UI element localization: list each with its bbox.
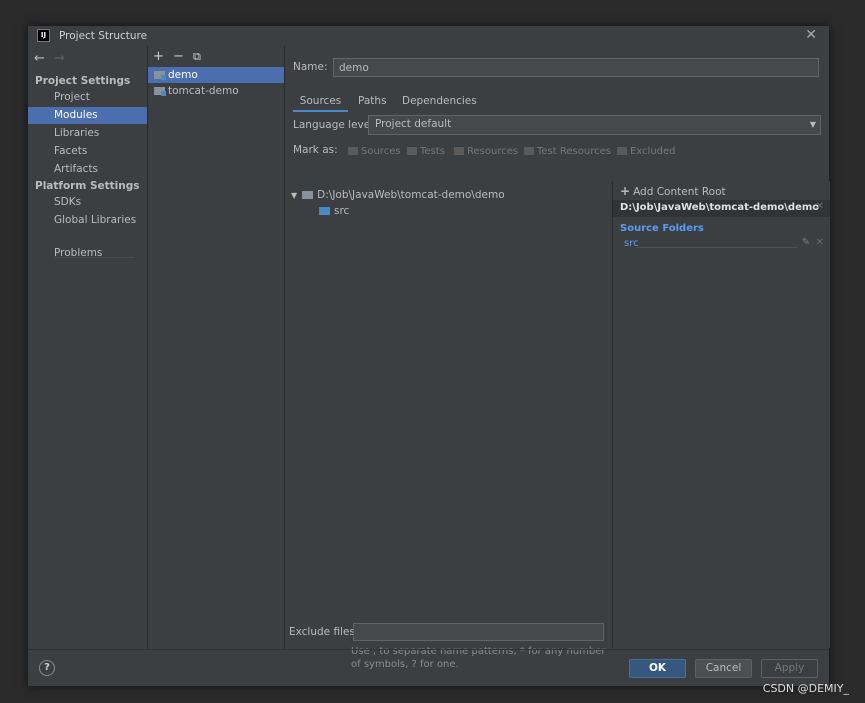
- mark-label: Resources: [467, 146, 519, 157]
- platform-settings-header: Platform Settings: [35, 180, 140, 192]
- remove-folder-icon[interactable]: ✕: [816, 237, 824, 248]
- close-icon[interactable]: ✕: [805, 27, 817, 43]
- cancel-button[interactable]: Cancel: [695, 659, 752, 678]
- mark-label: Excluded: [630, 146, 676, 157]
- remove-module-button[interactable]: −: [173, 50, 184, 63]
- title-bar: IJ Project Structure ✕: [28, 26, 829, 46]
- forward-arrow-icon[interactable]: →: [54, 51, 65, 66]
- back-arrow-icon[interactable]: ←: [34, 51, 45, 66]
- folder-icon: [348, 147, 358, 155]
- language-level-label: Language level:: [293, 119, 377, 131]
- tree-root-label: D:\Job\JavaWeb\tomcat-demo\demo: [317, 189, 505, 201]
- tree-row-root[interactable]: ▼ D:\Job\JavaWeb\tomcat-demo\demo: [291, 189, 505, 201]
- module-label: demo: [168, 69, 198, 81]
- footer-divider: [28, 649, 829, 650]
- exclude-files-input[interactable]: [353, 623, 604, 641]
- watermark-text: CSDN @DEMIY_: [762, 682, 849, 695]
- settings-sidebar: ← → Project Settings Project Modules Lib…: [28, 46, 148, 649]
- mark-excluded-button[interactable]: Excluded: [617, 146, 676, 157]
- remove-root-icon[interactable]: ✕: [816, 201, 824, 212]
- apply-button[interactable]: Apply: [761, 659, 818, 678]
- add-module-button[interactable]: +: [153, 50, 164, 63]
- sidebar-item-artifacts[interactable]: Artifacts: [28, 161, 147, 178]
- sidebar-item-global-libraries[interactable]: Global Libraries: [28, 212, 147, 229]
- content-roots-panel: + Add Content Root D:\Job\JavaWeb\tomcat-…: [612, 181, 830, 648]
- tree-src-label: src: [334, 205, 350, 217]
- sidebar-item-problems[interactable]: Problems: [28, 245, 147, 262]
- folder-icon: [617, 147, 627, 155]
- folder-icon: [454, 147, 464, 155]
- modules-list-panel: + − ⧉ demo tomcat-demo: [148, 46, 285, 649]
- module-name-input[interactable]: [333, 58, 819, 77]
- mark-label: Tests: [420, 146, 445, 157]
- mark-label: Sources: [361, 146, 401, 157]
- intellij-icon: IJ: [37, 29, 50, 42]
- name-label: Name:: [293, 61, 328, 73]
- sidebar-item-facets[interactable]: Facets: [28, 143, 147, 160]
- source-folder-underline: [637, 247, 797, 248]
- module-folder-icon: [154, 71, 166, 80]
- tab-paths[interactable]: Paths: [358, 92, 387, 110]
- tab-dependencies[interactable]: Dependencies: [402, 92, 477, 110]
- tab-sources[interactable]: Sources: [293, 92, 348, 112]
- tree-row-src[interactable]: src: [319, 205, 349, 217]
- content-root-tree: ▼ D:\Job\JavaWeb\tomcat-demo\demo src: [286, 180, 611, 610]
- edit-pencil-icon[interactable]: ✎: [802, 237, 810, 248]
- folder-icon: [524, 147, 534, 155]
- module-item-demo[interactable]: demo: [148, 67, 284, 83]
- module-folder-icon: [154, 87, 166, 96]
- module-item-tomcat-demo[interactable]: tomcat-demo: [148, 83, 284, 99]
- sidebar-item-modules[interactable]: Modules: [28, 107, 147, 124]
- mark-resources-button[interactable]: Resources: [454, 146, 518, 157]
- window-title: Project Structure: [59, 30, 148, 42]
- sidebar-item-project[interactable]: Project: [28, 89, 147, 106]
- mark-test-resources-button[interactable]: Test Resources: [524, 146, 611, 157]
- ok-button[interactable]: OK: [629, 659, 686, 678]
- module-label: tomcat-demo: [168, 85, 239, 97]
- sidebar-item-libraries[interactable]: Libraries: [28, 125, 147, 142]
- folder-icon: [407, 147, 417, 155]
- add-content-root-label: Add Content Root: [633, 186, 726, 198]
- module-detail-panel: Name: Sources Paths Dependencies Languag…: [285, 46, 830, 670]
- content-root-header: D:\Job\JavaWeb\tomcat-demo\demo ✕: [613, 200, 830, 217]
- plus-icon: +: [620, 184, 631, 198]
- help-icon[interactable]: ?: [39, 660, 55, 676]
- source-folder-icon: [319, 207, 330, 215]
- mark-tests-button[interactable]: Tests: [407, 146, 445, 157]
- project-structure-dialog: IJ Project Structure ✕ ← → Project Setti…: [28, 26, 830, 686]
- add-content-root-button[interactable]: + Add Content Root: [620, 184, 726, 198]
- content-root-path: D:\Job\JavaWeb\tomcat-demo\demo: [620, 202, 820, 213]
- sidebar-item-sdks[interactable]: SDKs: [28, 194, 147, 211]
- copy-module-button[interactable]: ⧉: [193, 50, 201, 63]
- project-settings-header: Project Settings: [35, 75, 131, 87]
- chevron-down-icon[interactable]: ▼: [291, 191, 297, 200]
- mark-as-label: Mark as:: [293, 144, 338, 156]
- folder-icon: [302, 191, 314, 199]
- source-folders-header: Source Folders: [620, 223, 704, 234]
- exclude-files-label: Exclude files:: [289, 626, 359, 638]
- mark-sources-button[interactable]: Sources: [348, 146, 401, 157]
- language-level-value: Project default: [375, 118, 452, 130]
- chevron-down-icon: ▼: [809, 120, 816, 129]
- mark-label: Test Resources: [537, 146, 611, 157]
- language-level-select[interactable]: Project default ▼: [368, 115, 821, 135]
